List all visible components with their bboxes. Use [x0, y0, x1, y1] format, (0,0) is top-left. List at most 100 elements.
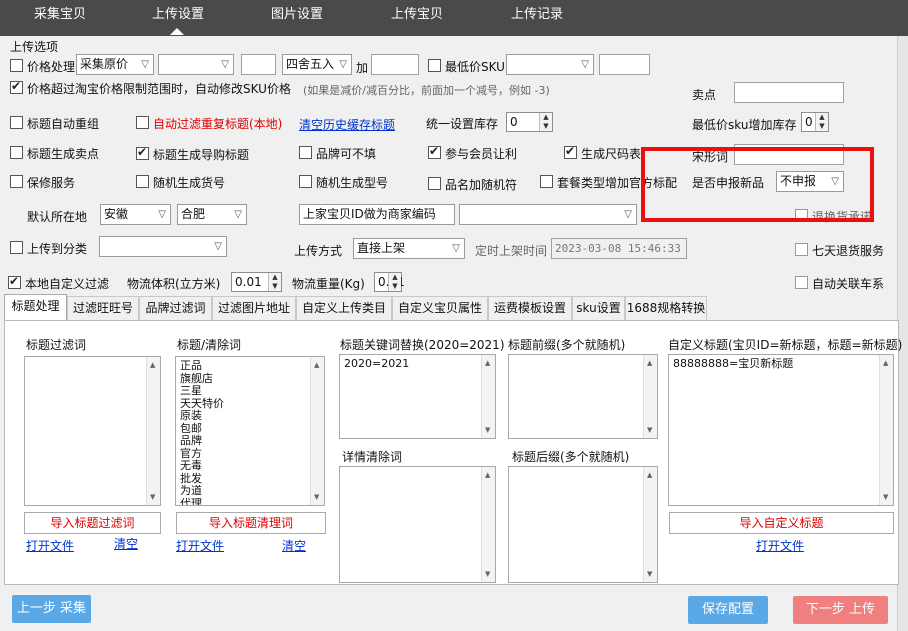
- tab-shipping-template[interactable]: 运费模板设置: [488, 296, 572, 320]
- clear-link-1[interactable]: 清空: [114, 535, 138, 552]
- location-label: 默认所在地: [27, 210, 88, 224]
- merchant-code-extra-select[interactable]: ▽: [459, 204, 637, 225]
- prefix-textarea[interactable]: [508, 354, 658, 439]
- clean-words-textarea[interactable]: 正品 旗舰店 三星 天天特价 原装 包邮 品牌 官方 无毒 批发 为道 代理: [175, 356, 325, 506]
- add-value-input[interactable]: [371, 54, 419, 75]
- warranty-checkbox[interactable]: [10, 175, 23, 188]
- merchant-code-value: 上家宝贝ID做为商家编码: [303, 207, 436, 221]
- brand-optional-checkbox[interactable]: [299, 146, 312, 159]
- gen-size-table-checkbox[interactable]: [564, 144, 577, 159]
- province-select[interactable]: 安徽 ▽: [100, 204, 171, 225]
- auto-fix-sku-checkbox[interactable]: [10, 79, 23, 94]
- nav-tab-image-settings[interactable]: 图片设置: [237, 0, 357, 34]
- weight-spinner[interactable]: 0.01▲▼: [374, 272, 405, 292]
- clean-words-label: 标题/清除词: [177, 338, 242, 352]
- suffix-textarea[interactable]: [508, 466, 658, 583]
- name-random-checkbox[interactable]: [428, 177, 441, 190]
- min-sku-checkbox[interactable]: [428, 59, 441, 72]
- next-step-button[interactable]: 下一步 上传: [793, 596, 888, 624]
- custom-title-textarea[interactable]: 88888888=宝贝新标题: [668, 354, 894, 506]
- import-clean-button[interactable]: 导入标题清理词: [176, 512, 326, 534]
- detail-clean-textarea[interactable]: [339, 466, 496, 583]
- tab-sku-settings[interactable]: sku设置: [572, 296, 625, 320]
- tab-filter-wangwang[interactable]: 过滤旺旺号: [67, 296, 139, 320]
- volume-spinner[interactable]: 0.01 ▲ ▼: [231, 272, 282, 292]
- price-value-input[interactable]: [241, 54, 276, 75]
- upload-mode-select[interactable]: 直接上架 ▽: [353, 238, 465, 259]
- upload-category-checkbox[interactable]: [10, 241, 23, 254]
- auto-link-checkbox[interactable]: [795, 276, 808, 289]
- tab-image-url-filter[interactable]: 过滤图片地址: [212, 296, 296, 320]
- merchant-code-select[interactable]: 上家宝贝ID做为商家编码: [299, 204, 455, 225]
- spin-arrows-icon[interactable]: ▲ ▼: [268, 273, 281, 291]
- tab-custom-category[interactable]: 自定义上传类目: [296, 296, 392, 320]
- random-model-label: 随机生成型号: [316, 176, 389, 190]
- scrollbar[interactable]: [481, 355, 495, 438]
- sell-point-input[interactable]: [734, 82, 844, 103]
- upload-category-select[interactable]: ▽: [99, 236, 227, 257]
- tab-brand-filter[interactable]: 品牌过滤词: [139, 296, 212, 320]
- seven-day-checkbox[interactable]: [795, 243, 808, 256]
- chevron-down-icon: ▽: [141, 59, 149, 70]
- hint-text: (如果是减价/减百分比，前面加一个减号，例如 -3): [303, 84, 550, 97]
- clean-word-item: 三星: [180, 384, 202, 397]
- min-sku-stock-spinner[interactable]: 0 ▲ ▼: [801, 112, 829, 132]
- auto-filter-dup-checkbox[interactable]: [136, 116, 149, 129]
- scrollbar[interactable]: [481, 467, 495, 582]
- round-mode-select[interactable]: 四舍五入 ▽: [282, 54, 352, 75]
- filter-words-textarea[interactable]: [24, 356, 161, 506]
- clean-word-item: 代理: [180, 496, 202, 506]
- tab-custom-attributes[interactable]: 自定义宝贝属性: [392, 296, 488, 320]
- scrollbar[interactable]: [643, 355, 657, 438]
- scrollbar[interactable]: [146, 357, 160, 505]
- clear-history-link[interactable]: 清空历史缓存标题: [299, 116, 395, 133]
- min-sku-input[interactable]: [599, 54, 650, 75]
- scrollbar[interactable]: [643, 467, 657, 582]
- tab-title-process[interactable]: 标题处理: [4, 294, 67, 321]
- save-config-button[interactable]: 保存配置: [688, 596, 768, 624]
- keyword-replace-textarea[interactable]: 2020=2021: [339, 354, 496, 439]
- gen-guide-title-checkbox[interactable]: [136, 145, 149, 160]
- prev-step-button[interactable]: 上一步 采集: [12, 595, 91, 623]
- min-sku-select[interactable]: ▽: [506, 54, 594, 75]
- spin-arrows-icon[interactable]: ▲ ▼: [388, 273, 401, 291]
- gen-sell-point-checkbox[interactable]: [10, 146, 23, 159]
- keyword-replace-label: 标题关键词替换(2020=2021): [340, 338, 505, 352]
- nav-tab-collect[interactable]: 采集宝贝: [0, 0, 120, 34]
- clean-word-item: 正品: [180, 359, 202, 372]
- chevron-down-icon: ▽: [339, 59, 347, 70]
- import-custom-button[interactable]: 导入自定义标题: [669, 512, 894, 534]
- upload-mode-label: 上传方式: [294, 244, 343, 258]
- scrollbar[interactable]: [879, 355, 893, 505]
- random-sku-no-checkbox[interactable]: [136, 175, 149, 188]
- auto-fix-sku-label: 价格超过淘宝价格限制范围时，自动修改SKU价格: [27, 82, 291, 96]
- local-filter-checkbox[interactable]: [8, 274, 21, 289]
- gen-size-table-label: 生成尺码表: [581, 147, 642, 161]
- price-op-select[interactable]: ▽: [158, 54, 234, 75]
- title-regroup-checkbox[interactable]: [10, 116, 23, 129]
- clear-link-2[interactable]: 清空: [282, 537, 306, 554]
- schedule-time-input[interactable]: 2023-03-08 15:46:33: [551, 238, 687, 259]
- package-type-checkbox[interactable]: [540, 175, 553, 188]
- open-file-link-2[interactable]: 打开文件: [176, 537, 224, 554]
- random-model-checkbox[interactable]: [299, 175, 312, 188]
- unify-stock-spinner[interactable]: 0 ▲ ▼: [506, 112, 553, 132]
- import-filter-button[interactable]: 导入标题过滤词: [24, 512, 161, 534]
- gen-guide-title-label: 标题生成导购标题: [153, 148, 250, 162]
- detail-clean-label: 详情清除词: [342, 450, 403, 464]
- city-value: 合肥: [181, 207, 206, 221]
- city-select[interactable]: 合肥 ▽: [177, 204, 247, 225]
- nav-tab-upload-settings[interactable]: 上传设置: [118, 0, 238, 35]
- tab-1688-spec[interactable]: 1688规格转换: [625, 296, 707, 320]
- clean-word-item: 无毒: [180, 459, 202, 472]
- nav-tab-upload-items[interactable]: 上传宝贝: [357, 0, 477, 34]
- join-vip-checkbox[interactable]: [428, 144, 441, 159]
- open-file-link-1[interactable]: 打开文件: [26, 537, 74, 554]
- open-file-link-3[interactable]: 打开文件: [756, 537, 804, 554]
- price-process-checkbox[interactable]: [10, 59, 23, 72]
- scrollbar[interactable]: [310, 357, 324, 505]
- spin-arrows-icon[interactable]: ▲ ▼: [539, 113, 552, 131]
- price-mode-select[interactable]: 采集原价 ▽: [76, 54, 154, 75]
- nav-tab-upload-log[interactable]: 上传记录: [477, 0, 597, 34]
- spin-arrows-icon[interactable]: ▲ ▼: [815, 113, 828, 131]
